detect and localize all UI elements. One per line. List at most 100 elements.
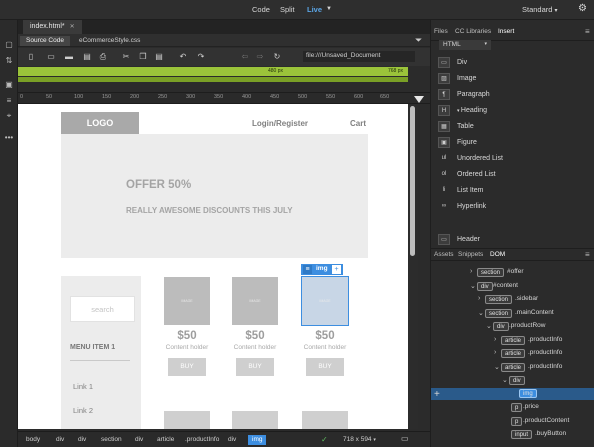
redo-icon[interactable]: ↷ bbox=[196, 52, 206, 62]
dom-node[interactable]: p .productContent bbox=[431, 416, 594, 428]
sidebar[interactable]: search MENU ITEM 1 Link 1 Link 2 bbox=[61, 276, 141, 429]
gear-icon[interactable]: ⚙ bbox=[578, 3, 587, 14]
breadcrumb-productinfo[interactable]: .productInfo bbox=[181, 435, 223, 445]
format-source-icon[interactable]: ≡ bbox=[3, 96, 15, 106]
back-arrow-icon[interactable]: ⇦ bbox=[240, 52, 250, 62]
product-card[interactable]: IMAGE $50 Content holder BUY bbox=[232, 277, 278, 376]
window-size-selector[interactable]: 718 x 594 ▾ bbox=[343, 436, 376, 443]
panel-menu-icon[interactable]: ≡ bbox=[585, 250, 590, 259]
close-icon[interactable]: ✕ bbox=[70, 24, 75, 30]
copy-icon[interactable]: ❐ bbox=[138, 52, 148, 62]
chevron-down-icon[interactable]: ⌄ bbox=[494, 363, 500, 371]
chevron-right-icon[interactable]: › bbox=[470, 268, 472, 275]
dom-node[interactable]: › article .productInfo bbox=[431, 335, 594, 347]
chevron-down-icon[interactable]: ⌄ bbox=[478, 309, 484, 317]
tab-dom[interactable]: DOM bbox=[490, 251, 505, 258]
chevron-down-icon[interactable]: ⌄ bbox=[486, 322, 492, 330]
save-all-icon[interactable]: ▤ bbox=[82, 52, 92, 62]
tab-assets[interactable]: Assets bbox=[434, 251, 454, 258]
target-icon[interactable]: ⌖ bbox=[3, 111, 15, 121]
breadcrumb-body[interactable]: body bbox=[22, 435, 44, 445]
paste-icon[interactable]: ▤ bbox=[154, 52, 164, 62]
breadcrumb-div[interactable]: div bbox=[52, 435, 68, 445]
dom-node[interactable]: › article .productInfo bbox=[431, 348, 594, 360]
chevron-right-icon[interactable]: › bbox=[478, 295, 480, 302]
breadcrumb-section[interactable]: section bbox=[97, 435, 126, 445]
url-field[interactable]: file:///Unsaved_Document bbox=[303, 51, 415, 62]
live-view-button[interactable]: Live bbox=[307, 5, 322, 14]
hamburger-menu-icon[interactable]: ≡ bbox=[303, 265, 312, 274]
breadcrumb-article[interactable]: article bbox=[153, 435, 178, 445]
buy-button[interactable]: BUY bbox=[306, 358, 344, 376]
product-image[interactable] bbox=[164, 411, 210, 429]
product-image[interactable]: IMAGE bbox=[164, 277, 210, 325]
breadcrumb-img[interactable]: img bbox=[248, 435, 267, 445]
dom-node[interactable]: ⌄ div #content bbox=[431, 281, 594, 293]
dom-node[interactable]: ⌄ div .productRow bbox=[431, 321, 594, 333]
buy-button[interactable]: BUY bbox=[168, 358, 206, 376]
sidebar-link-1[interactable]: Link 1 bbox=[73, 382, 93, 391]
live-dropdown-icon[interactable]: ▼ bbox=[326, 6, 332, 12]
open-folder-icon[interactable]: ▭ bbox=[46, 52, 56, 62]
dom-node[interactable]: › section .sidebar bbox=[431, 294, 594, 306]
cut-icon[interactable]: ✂ bbox=[121, 52, 131, 62]
chevron-right-icon[interactable]: › bbox=[494, 349, 496, 356]
offer-banner[interactable]: OFFER 50% REALLY AWESOME DISCOUNTS THIS … bbox=[61, 134, 368, 258]
related-file-css[interactable]: eCommerceStyle.css bbox=[73, 36, 146, 46]
chevron-down-icon[interactable]: ⌄ bbox=[470, 282, 476, 290]
tab-files[interactable]: Files bbox=[434, 28, 448, 35]
logo-box[interactable]: LOGO bbox=[61, 112, 139, 134]
add-class-icon[interactable]: + bbox=[332, 265, 341, 274]
more-options-icon[interactable]: ••• bbox=[3, 133, 15, 143]
scrollbar-thumb[interactable] bbox=[410, 106, 415, 256]
live-view-canvas[interactable]: LOGO Login/Register Cart OFFER 50% REALL… bbox=[18, 104, 418, 429]
tab-snippets[interactable]: Snippets bbox=[458, 251, 483, 258]
chevron-down-icon[interactable]: ⌄ bbox=[502, 376, 508, 384]
dom-node-selected[interactable]: img bbox=[431, 388, 594, 400]
panel-menu-icon[interactable]: ≡ bbox=[585, 27, 590, 36]
buy-button[interactable]: BUY bbox=[236, 358, 274, 376]
related-file-source-code[interactable]: Source Code bbox=[20, 36, 70, 46]
tab-index-html[interactable]: index.html* ✕ bbox=[23, 20, 82, 34]
workspace-switcher[interactable]: Standard ▾ bbox=[522, 5, 558, 14]
no-errors-icon[interactable]: ✓ bbox=[321, 435, 328, 444]
refresh-icon[interactable]: ↻ bbox=[272, 52, 282, 62]
element-hud[interactable]: ≡ img + bbox=[301, 264, 343, 275]
preview-icon[interactable]: ▭ bbox=[401, 434, 409, 443]
product-image[interactable] bbox=[302, 411, 348, 429]
insert-category-select[interactable]: HTML ▾ bbox=[439, 40, 491, 50]
split-view-button[interactable]: Split bbox=[280, 5, 295, 14]
open-documents-icon[interactable]: ▢ bbox=[3, 40, 15, 50]
vertical-scrollbar[interactable] bbox=[408, 104, 418, 429]
chevron-right-icon[interactable]: › bbox=[494, 336, 496, 343]
add-element-icon[interactable]: + bbox=[434, 389, 440, 400]
viewport-width-handle[interactable] bbox=[414, 96, 424, 103]
dom-node[interactable]: input .buyButton bbox=[431, 429, 594, 441]
dom-node[interactable]: p .price bbox=[431, 402, 594, 414]
media-query-strip[interactable] bbox=[18, 77, 408, 82]
print-icon[interactable]: ⎙ bbox=[98, 52, 108, 62]
undo-icon[interactable]: ↶ bbox=[178, 52, 188, 62]
dom-node[interactable]: ⌄ section .mainContent bbox=[431, 308, 594, 320]
file-management-icon[interactable]: ⇅ bbox=[3, 56, 15, 66]
breadcrumb-div[interactable]: div bbox=[224, 435, 240, 445]
tab-cc-libraries[interactable]: CC Libraries bbox=[455, 28, 491, 35]
sidebar-link-2[interactable]: Link 2 bbox=[73, 406, 93, 415]
breadcrumb-div[interactable]: div bbox=[74, 435, 90, 445]
product-card[interactable]: IMAGE $50 Content holder BUY bbox=[164, 277, 210, 376]
product-image[interactable]: IMAGE bbox=[232, 277, 278, 325]
cart-link[interactable]: Cart bbox=[350, 119, 366, 128]
forward-arrow-icon[interactable]: ⇨ bbox=[255, 52, 265, 62]
breadcrumb-div[interactable]: div bbox=[131, 435, 147, 445]
code-view-button[interactable]: Code bbox=[252, 5, 270, 14]
dom-node[interactable]: › section #offer bbox=[431, 267, 594, 279]
new-document-icon[interactable]: ▯ bbox=[26, 52, 36, 62]
filter-icon[interactable]: ⏷ bbox=[415, 35, 422, 46]
tab-insert[interactable]: Insert bbox=[498, 28, 514, 35]
dom-node[interactable]: ⌄ div bbox=[431, 375, 594, 387]
media-query-bar[interactable]: 480 px 768 px bbox=[18, 67, 408, 76]
menu-item-heading[interactable]: MENU ITEM 1 bbox=[70, 344, 115, 351]
login-register-link[interactable]: Login/Register bbox=[252, 119, 308, 128]
save-icon[interactable]: ▬ bbox=[64, 52, 74, 62]
inspect-icon[interactable]: ▣ bbox=[3, 80, 15, 90]
